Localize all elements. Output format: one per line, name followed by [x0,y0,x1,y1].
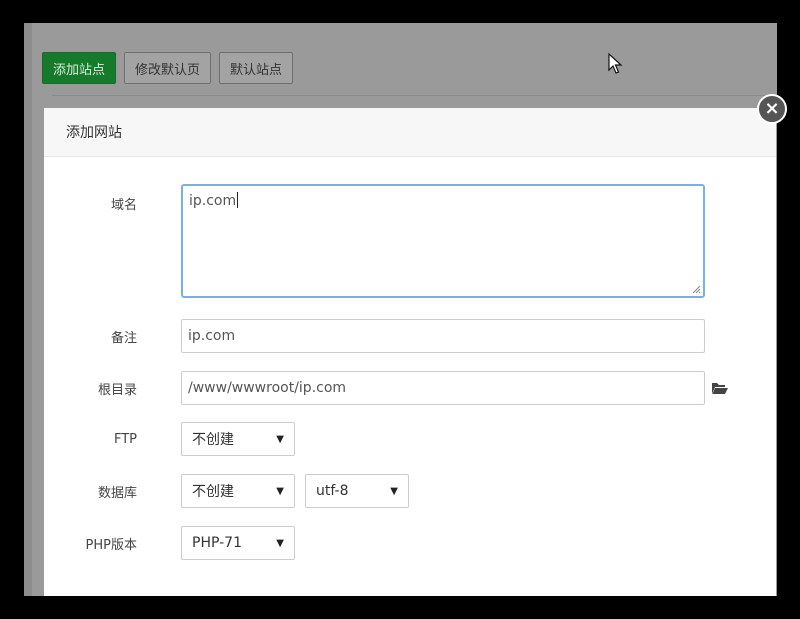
ftp-selected: 不创建 [192,432,234,448]
chevron-down-icon: ▼ [276,433,284,445]
resize-handle-icon[interactable] [691,284,701,294]
chevron-down-icon: ▼ [276,537,284,549]
charset-select[interactable]: utf-8 ▼ [305,474,409,508]
ftp-label: FTP [113,431,137,447]
add-site-button[interactable]: 添加站点 [42,52,117,84]
left-strip [24,23,32,596]
root-dir-value: /www/wwwroot/ip.com [188,380,347,396]
remark-input[interactable]: ip.com [181,319,705,353]
dialog-header: 添加网站 [44,108,776,157]
remark-row: 备注 ip.com [44,319,705,353]
close-dialog-button[interactable]: × [757,94,787,124]
root-dir-input[interactable]: /www/wwwroot/ip.com [181,371,705,405]
ftp-row: FTP 不创建 ▼ [44,422,295,456]
ftp-select[interactable]: 不创建 ▼ [181,422,295,456]
dialog-title: 添加网站 [66,125,122,141]
domain-textarea[interactable]: ip.com [181,184,705,298]
php-selected: PHP-71 [192,535,242,551]
php-select[interactable]: PHP-71 ▼ [181,526,295,560]
database-label: 数据库 [97,485,137,501]
domain-label: 域名 [110,198,137,213]
domain-row: 域名 ip.com [44,184,705,298]
content-divider [52,95,777,96]
domain-value: ip.com [189,193,237,209]
root-dir-label: 根目录 [97,382,137,398]
chevron-down-icon: ▼ [390,485,398,497]
default-site-button[interactable]: 默认站点 [219,52,294,84]
folder-open-icon[interactable] [711,381,729,395]
close-icon: × [764,98,780,119]
add-website-dialog: 添加网站 域名 ip.com 备注 ip.com 根目录 /www/wwwroo… [44,108,776,596]
text-caret [237,192,239,208]
remark-value: ip.com [188,328,236,344]
database-selected: 不创建 [192,484,234,500]
root-dir-row: 根目录 /www/wwwroot/ip.com [44,371,729,405]
php-label: PHP版本 [85,537,137,553]
database-row: 数据库 不创建 ▼ utf-8 ▼ [44,474,409,508]
remark-label: 备注 [110,330,137,346]
chevron-down-icon: ▼ [276,485,284,497]
modify-default-page-button[interactable]: 修改默认页 [124,52,212,84]
site-toolbar: 添加站点 修改默认页 默认站点 [42,52,294,84]
php-row: PHP版本 PHP-71 ▼ [44,526,295,560]
database-select[interactable]: 不创建 ▼ [181,474,295,508]
charset-selected: utf-8 [316,483,349,499]
mouse-cursor-icon [608,53,623,74]
